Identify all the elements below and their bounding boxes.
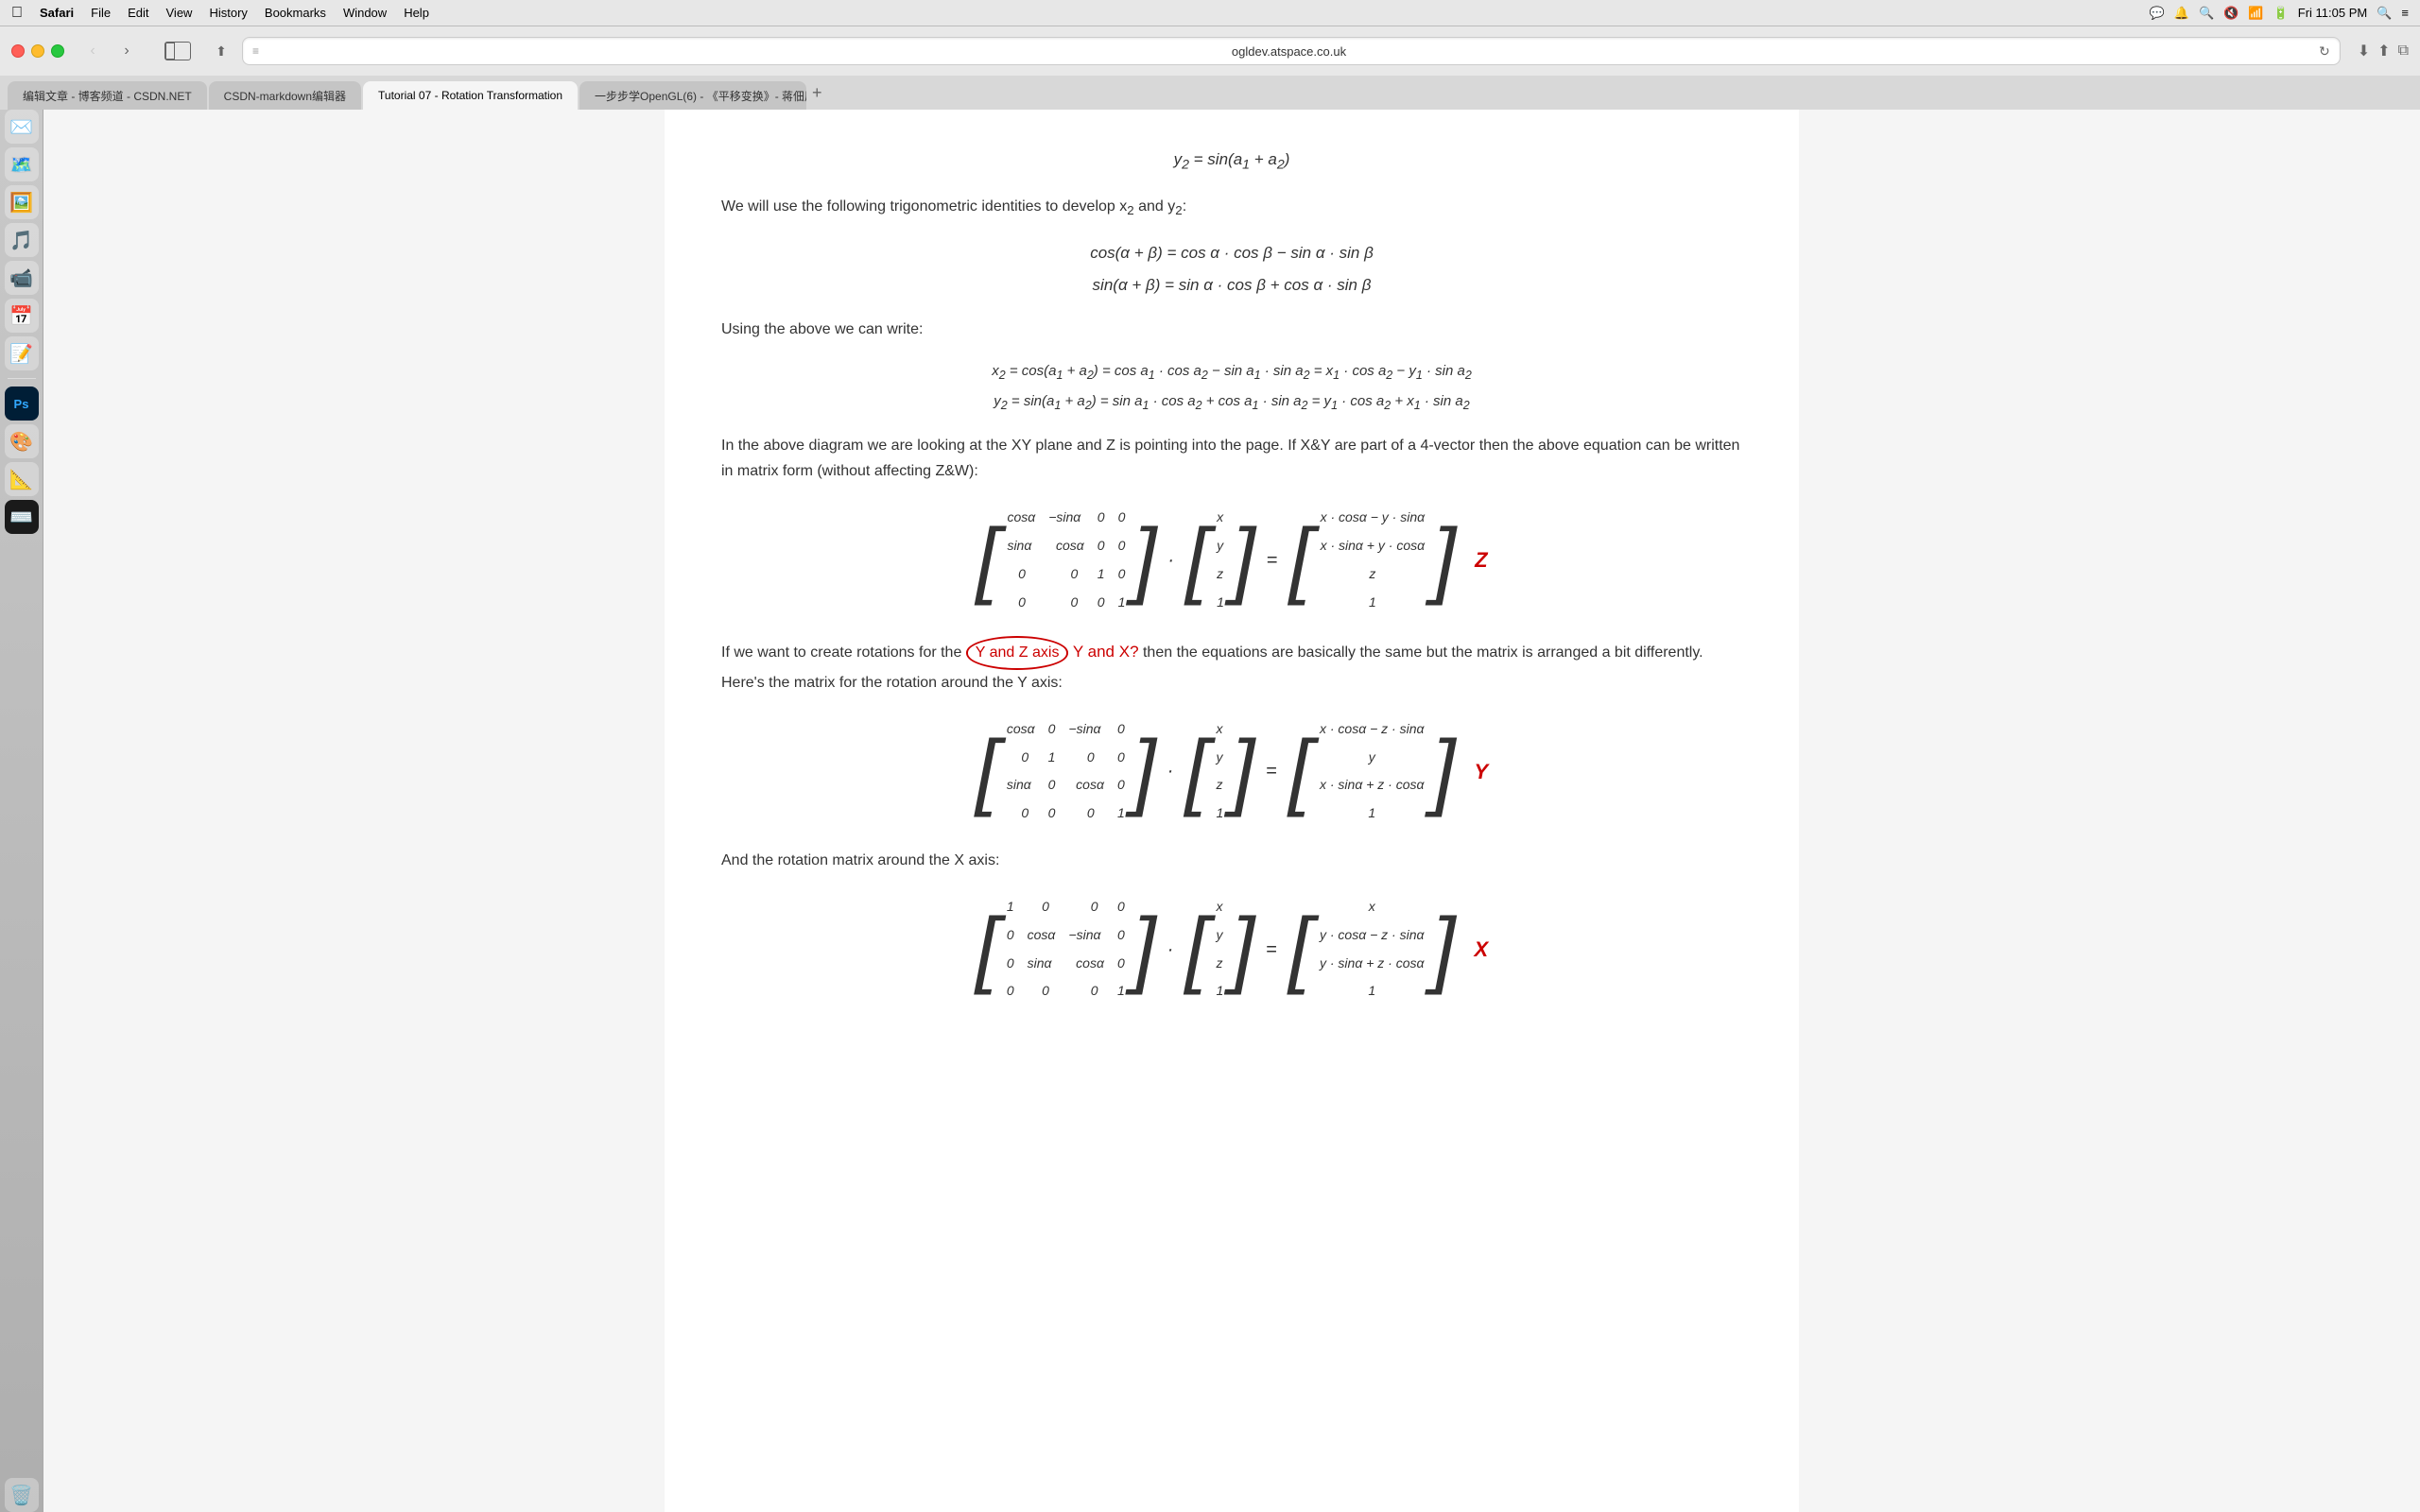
dot3: · [1167,934,1174,966]
intro-paragraph: We will use the following trigonometric … [721,194,1742,222]
diagram-text: In the above diagram we are looking at t… [721,433,1742,484]
trig-identities: cos(α + β) = cos α · cos β − sin α · sin… [721,237,1742,301]
above-text: Using the above we can write: [721,317,1742,342]
dock-calendar[interactable]: 📅 [5,299,39,333]
result-vector-x: [ x y · cosα − z · sinα y · sinα + z · c… [1288,892,1456,1006]
minimize-button[interactable] [31,44,44,58]
reader-icon: ≡ [252,44,259,58]
share-button-2[interactable]: ⬆ [2377,42,2390,60]
search-icon-right[interactable]: 🔍 [2377,6,2392,21]
close-button[interactable] [11,44,25,58]
dock-facetime[interactable]: 📹 [5,261,39,295]
equals1: = [1267,544,1278,576]
rotation-y-paragraph: If we want to create rotations for the Y… [721,636,1742,695]
wechat-icon: 💬 [2150,6,2165,21]
dock-itunes[interactable]: 🎵 [5,223,39,257]
file-menu[interactable]: File [91,6,111,20]
traffic-lights [11,44,64,58]
dock-ps[interactable]: Ps [5,387,39,421]
menu-bar:  Safari File Edit View History Bookmark… [0,0,2420,26]
view-menu[interactable]: View [166,6,193,20]
vector-xyzw: [ x y z 1 ] [1185,503,1255,617]
sound-icon: 🔇 [2223,6,2238,21]
share-button[interactable]: ⬆ [208,38,234,64]
dock-photos[interactable]: 🖼️ [5,185,39,219]
y-label: Y [1475,754,1489,789]
tabs-button[interactable]: ⧉ [2398,42,2409,60]
dock-separator [8,378,36,379]
vector-y: [ x y z 1 ] [1184,714,1254,829]
tab-1[interactable]: CSDN-markdown编辑器 [209,81,361,110]
battery-icon: 🔋 [2273,6,2289,21]
top-equation: y2 = sin(a1 + a2) [721,144,1742,179]
clock: Fri 11:05 PM [2298,6,2367,20]
forward-button[interactable]: › [113,38,140,64]
url-text: ogldev.atspace.co.uk [265,44,2313,59]
dock-sketch[interactable]: 🎨 [5,424,39,458]
z-matrix-equation: [ cosα−sinα00 sinα cosα00 0 010 0 001 ] … [721,503,1742,617]
left-matrix-y: [ cosα0−sinα0 01 00 sinα0 cosα0 00 01 ] [976,714,1156,829]
window-menu[interactable]: Window [343,6,387,20]
equals3: = [1266,934,1277,966]
tab-label-1: CSDN-markdown编辑器 [224,88,346,104]
browser-chrome: ‹ › ⬆ ≡ ogldev.atspace.co.uk ↻ ⬇ ⬆ ⧉ 编辑文… [0,26,2420,110]
x-matrix-equation: [ 1 0 00 0cosα−sinα0 0sinα cosα0 0 0 01 … [721,892,1742,1006]
mac-dock: 🔵 🧭 ✉️ 🗺️ 🖼️ 🎵 📹 📅 📝 Ps 🎨 📐 ⌨️ 🗑️ [0,26,43,1512]
back-button[interactable]: ‹ [79,38,106,64]
left-matrix-x: [ 1 0 00 0cosα−sinα0 0sinα cosα0 0 0 01 … [976,892,1156,1006]
page-content: y2 = sin(a1 + a2) We will use the follow… [665,110,1799,1512]
menu-bar-right: 💬 🔔 🔍 🔇 📶 🔋 Fri 11:05 PM 🔍 ≡ [2150,6,2409,21]
address-bar[interactable]: ≡ ogldev.atspace.co.uk ↻ [242,37,2341,65]
spotlight-icon: 🔍 [2199,6,2214,21]
history-menu[interactable]: History [209,6,247,20]
dock-terminal[interactable]: ⌨️ [5,500,39,534]
reload-button[interactable]: ↻ [2319,43,2330,60]
dock-app1[interactable]: 📐 [5,462,39,496]
tab-3[interactable]: 一步步学OpenGL(6) - 《平移变换》- 蒋佃厚的博客... [579,81,806,110]
download-button[interactable]: ⬇ [2358,42,2370,60]
left-matrix-z: [ cosα−sinα00 sinα cosα00 0 010 0 001 ] [976,503,1156,617]
safari-menu[interactable]: Safari [40,6,74,20]
browser-toolbar: ‹ › ⬆ ≡ ogldev.atspace.co.uk ↻ ⬇ ⬆ ⧉ [0,26,2420,76]
sidebar-button[interactable] [163,38,193,64]
equals2: = [1266,755,1277,787]
list-icon[interactable]: ≡ [2401,6,2409,20]
dot2: · [1167,755,1174,787]
tab-label-2: Tutorial 07 - Rotation Transformation [378,89,562,102]
toolbar-right: ⬇ ⬆ ⧉ [2358,42,2409,60]
new-tab-button[interactable]: + [812,83,822,103]
dot1: · [1167,544,1174,576]
tab-2[interactable]: Tutorial 07 - Rotation Transformation [363,81,578,110]
apple-menu[interactable]:  [11,5,23,22]
notification-icon: 🔔 [2174,6,2189,21]
rotation-x-paragraph: And the rotation matrix around the X axi… [721,848,1742,873]
bookmarks-menu[interactable]: Bookmarks [265,6,326,20]
edit-menu[interactable]: Edit [128,6,148,20]
help-menu[interactable]: Help [404,6,429,20]
tabs-bar: 编辑文章 - 博客频道 - CSDN.NET CSDN-markdown编辑器 … [0,76,2420,110]
tab-0[interactable]: 编辑文章 - 博客频道 - CSDN.NET [8,81,207,110]
dock-trash[interactable]: 🗑️ [5,1478,39,1512]
x2y2-equations: x2 = cos(a1 + a2) = cos a1 · cos a2 − si… [721,357,1742,418]
tab-label-0: 编辑文章 - 博客频道 - CSDN.NET [23,88,192,104]
dock-mail[interactable]: ✉️ [5,110,39,144]
result-vector-y: [ x · cosα − z · sinα y x · sinα + z · c… [1288,714,1456,829]
tab-label-3: 一步步学OpenGL(6) - 《平移变换》- 蒋佃厚的博客... [595,88,806,104]
dock-maps[interactable]: 🗺️ [5,147,39,181]
vector-x: [ x y z 1 ] [1184,892,1254,1006]
y-and-x-annotation: Y and X? [1073,643,1139,661]
x-label: X [1475,932,1489,967]
main-content: y2 = sin(a1 + a2) We will use the follow… [43,110,2420,1512]
z-label: Z [1475,542,1487,577]
maximize-button[interactable] [51,44,64,58]
annotation-circle: Y and Z axis [966,636,1069,669]
result-vector-z: [ x · cosα − y · sinα x · sinα + y · cos… [1289,503,1457,617]
y-matrix-equation: [ cosα0−sinα0 01 00 sinα0 cosα0 00 01 ] … [721,714,1742,829]
dock-notes[interactable]: 📝 [5,336,39,370]
wifi-icon: 📶 [2248,6,2263,21]
